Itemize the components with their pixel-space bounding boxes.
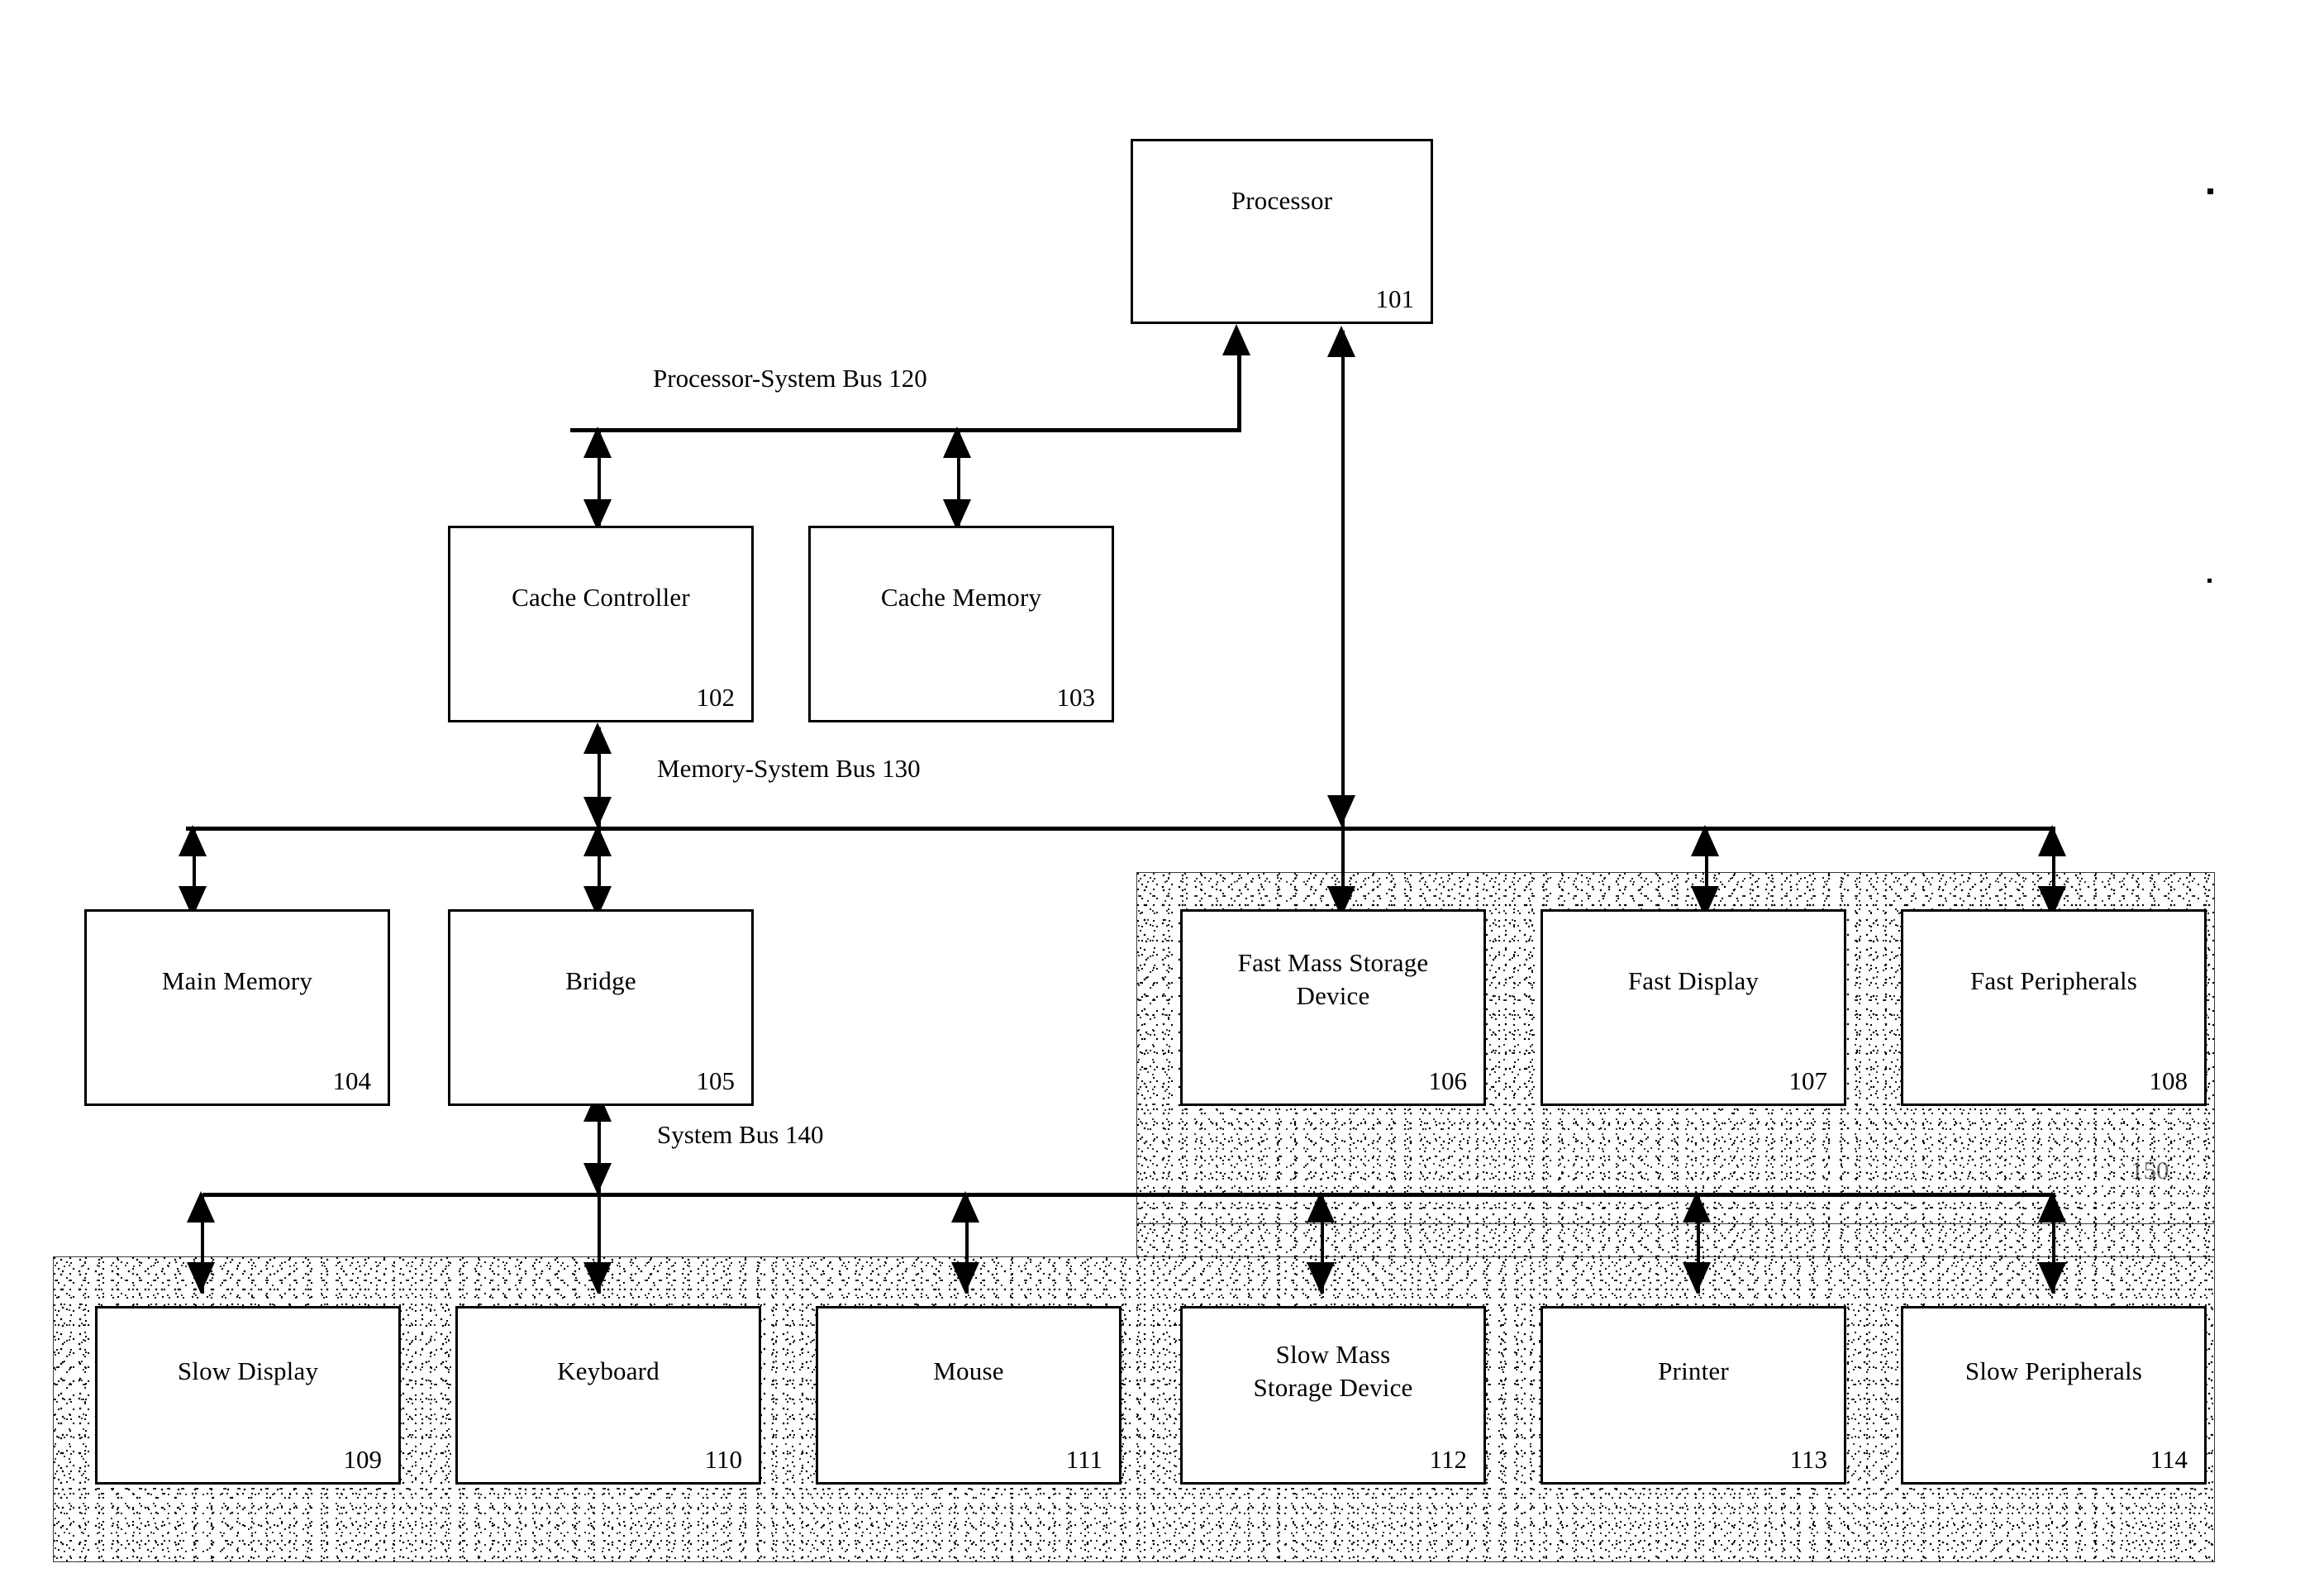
bridge-bus140-arrow-down — [583, 1163, 612, 1194]
block-printer-ref: 113 — [1789, 1445, 1827, 1474]
bus140-slow-peripherals-arrow-down — [2038, 1262, 2066, 1294]
block-processor[interactable]: Processor 101 — [1131, 139, 1433, 324]
bus140-mouse-arrow-down — [951, 1262, 979, 1294]
cache-controller-bus130-arrow-down — [583, 797, 612, 828]
block-fast-mass-storage-device-ref: 106 — [1428, 1066, 1468, 1095]
system-bus-line — [202, 1193, 2055, 1197]
block-fast-mass-storage-device-label: Fast Mass Storage Device — [1237, 948, 1429, 1010]
block-fast-display-ref: 107 — [1788, 1066, 1828, 1095]
block-cache-controller-ref: 102 — [696, 683, 736, 712]
block-main-memory[interactable]: Main Memory 104 — [84, 909, 390, 1106]
bus120-cache-controller-arrow-up — [583, 427, 612, 458]
bus140-slow-display-arrow-up — [187, 1191, 215, 1223]
bus140-slow-peripherals-arrow-up — [2038, 1191, 2066, 1223]
block-main-memory-ref: 104 — [332, 1066, 372, 1095]
block-bridge-label: Bridge — [565, 966, 636, 995]
block-keyboard-ref: 110 — [704, 1445, 742, 1474]
block-slow-display-label: Slow Display — [177, 1356, 319, 1385]
block-slow-mass-storage-device[interactable]: Slow Mass Storage Device 112 — [1180, 1306, 1486, 1485]
memory-system-bus-label: Memory-System Bus 130 — [657, 754, 921, 783]
block-keyboard-label: Keyboard — [557, 1356, 660, 1385]
bus140-slow-mass-storage-arrow-down — [1307, 1262, 1335, 1294]
diagram-canvas: 150 Processor-System Bus 120 Memory-Syst… — [0, 0, 2324, 1592]
block-slow-peripherals-ref: 114 — [2150, 1445, 2188, 1474]
block-bridge[interactable]: Bridge 105 — [448, 909, 754, 1106]
processor-memory-bus-arrow-up — [1327, 326, 1355, 357]
bus140-printer-arrow-up — [1683, 1191, 1711, 1223]
processor-bus-arrowhead-up — [1222, 324, 1250, 355]
block-bridge-ref: 105 — [696, 1066, 736, 1095]
block-mouse[interactable]: Mouse 111 — [816, 1306, 1122, 1485]
bus140-slow-mass-storage-arrow-up — [1307, 1191, 1335, 1223]
bus130-bridge-arrow-up — [583, 825, 612, 856]
block-main-memory-label: Main Memory — [161, 966, 313, 995]
cache-controller-bus130-arrow-up — [583, 722, 612, 754]
block-slow-display-ref: 109 — [343, 1445, 383, 1474]
block-slow-peripherals-label: Slow Peripherals — [1964, 1356, 2143, 1385]
processor-memory-bus-arrow-down — [1327, 795, 1355, 827]
block-processor-ref: 101 — [1375, 284, 1415, 313]
block-fast-display-label: Fast Display — [1627, 966, 1760, 995]
block-slow-mass-storage-device-ref: 112 — [1429, 1445, 1467, 1474]
block-keyboard[interactable]: Keyboard 110 — [455, 1306, 761, 1485]
block-fast-mass-storage-device[interactable]: Fast Mass Storage Device 106 — [1180, 909, 1486, 1106]
block-cache-controller[interactable]: Cache Controller 102 — [448, 526, 754, 722]
bus140-printer-arrow-down — [1683, 1262, 1711, 1294]
processor-system-bus-riser — [1237, 355, 1241, 430]
block-mouse-ref: 111 — [1065, 1445, 1102, 1474]
block-mouse-label: Mouse — [933, 1356, 1004, 1385]
block-fast-peripherals-label: Fast Peripherals — [1969, 966, 2138, 995]
bus130-main-memory-arrow-up — [179, 825, 207, 856]
bus120-cache-memory-arrow-up — [943, 427, 971, 458]
bus140-mouse-arrow-up — [951, 1191, 979, 1223]
scan-artifact-speck-lower — [2207, 579, 2212, 583]
block-cache-memory-ref: 103 — [1056, 683, 1096, 712]
processor-system-bus-line — [570, 428, 1241, 432]
block-processor-label: Processor — [1231, 186, 1333, 215]
bus140-slow-display-arrow-down — [187, 1262, 215, 1294]
block-fast-peripherals[interactable]: Fast Peripherals 108 — [1901, 909, 2207, 1106]
scan-artifact-speck — [2207, 188, 2213, 194]
bus140-keyboard-arrow-down — [583, 1262, 612, 1294]
block-fast-display[interactable]: Fast Display 107 — [1541, 909, 1846, 1106]
bus130-fast-peripherals-arrow-up — [2038, 825, 2066, 856]
memory-system-bus-line — [186, 827, 2055, 831]
bus130-fast-display-arrow-up — [1691, 825, 1719, 856]
block-printer-label: Printer — [1658, 1356, 1729, 1385]
processor-system-bus-label: Processor-System Bus 120 — [653, 364, 927, 393]
block-slow-peripherals[interactable]: Slow Peripherals 114 — [1901, 1306, 2207, 1485]
block-fast-peripherals-ref: 108 — [2149, 1066, 2188, 1095]
region-ref-150: 150 — [2131, 1156, 2169, 1184]
block-cache-controller-label: Cache Controller — [512, 583, 690, 612]
block-cache-memory[interactable]: Cache Memory 103 — [808, 526, 1114, 722]
processor-memory-bus-shaft — [1341, 331, 1345, 827]
block-cache-memory-label: Cache Memory — [880, 583, 1042, 612]
system-bus-label: System Bus 140 — [657, 1120, 824, 1149]
block-slow-display[interactable]: Slow Display 109 — [95, 1306, 401, 1485]
block-printer[interactable]: Printer 113 — [1541, 1306, 1846, 1485]
block-slow-mass-storage-device-label: Slow Mass Storage Device — [1253, 1340, 1413, 1402]
